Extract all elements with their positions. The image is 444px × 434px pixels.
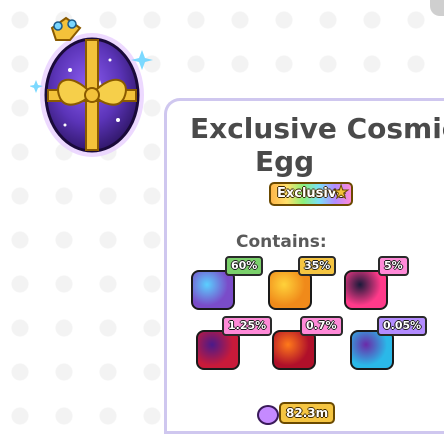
star-icon: ★ — [332, 182, 350, 203]
pet-image — [196, 330, 240, 370]
egg-icon — [29, 16, 153, 157]
pet-chance-badge: 60% — [225, 256, 264, 276]
egg-title-line1: Exclusive Cosmic — [190, 112, 444, 145]
pet-image — [268, 270, 312, 310]
egg-title-line2: Egg — [255, 145, 315, 178]
pet-image — [350, 330, 394, 370]
timer-badge: 82.3m — [279, 402, 336, 424]
pet-chance-badge: 0.7% — [300, 316, 343, 336]
pet-chance-badge: 5% — [378, 256, 409, 276]
pet-chance-badge: 0.05% — [377, 316, 428, 336]
pet-image — [272, 330, 316, 370]
timer-icon — [257, 405, 279, 425]
pet-chance-badge: 1.25% — [222, 316, 273, 336]
cosmic-egg-image — [29, 10, 160, 160]
pet-chance-badge: 35% — [298, 256, 337, 276]
pet-image — [344, 270, 388, 310]
contains-label: Contains: — [236, 232, 327, 252]
pet-image — [191, 270, 235, 310]
